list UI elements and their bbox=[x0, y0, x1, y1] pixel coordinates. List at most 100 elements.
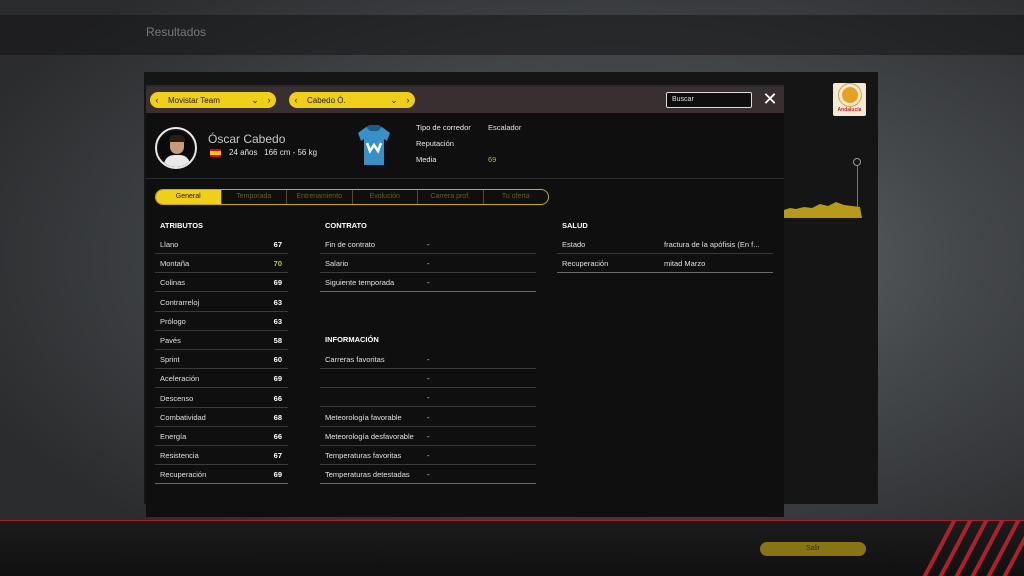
contract-row-value: - bbox=[427, 259, 430, 269]
team-selector[interactable]: ‹ Movistar Team ⌄ › bbox=[150, 92, 276, 108]
information-row-label: Meteorología desfavorable bbox=[325, 431, 414, 441]
attributes-row: Sprint 60 bbox=[155, 350, 288, 370]
attributes-row-label: Recuperación bbox=[160, 470, 207, 480]
attributes-row-value: 67 bbox=[273, 451, 282, 461]
tab-entrenamiento[interactable]: Entrenamiento bbox=[287, 190, 353, 204]
race-badge-label: Andalucía bbox=[837, 106, 862, 113]
contract-row: Fin de contrato - bbox=[320, 235, 536, 254]
information-row: Carreras favoritas - bbox=[320, 350, 536, 369]
bottom-bar bbox=[0, 520, 1024, 576]
tab-general[interactable]: General bbox=[156, 190, 222, 204]
attributes-title: ATRIBUTOS bbox=[160, 221, 204, 230]
rider-name: Óscar Cabedo bbox=[208, 132, 286, 146]
attributes-row: Prólogo 63 bbox=[155, 312, 288, 331]
information-row-value: - bbox=[427, 451, 430, 460]
contract-row-label: Fin de contrato bbox=[325, 240, 376, 249]
tab-tu-oferta[interactable]: Tu oferta bbox=[484, 190, 549, 204]
attributes-row-label: Prólogo bbox=[160, 316, 186, 326]
information-row-value: - bbox=[427, 412, 430, 422]
attributes-row: Recuperación 69 bbox=[155, 465, 288, 485]
attributes-row: Contrarreloj 63 bbox=[155, 293, 288, 312]
attributes-row: Combatividad 68 bbox=[155, 408, 288, 427]
information-row: Meteorología favorable - bbox=[320, 408, 536, 427]
divider bbox=[146, 178, 784, 179]
information-title: INFORMACIÓN bbox=[325, 335, 379, 344]
attributes-row-value: 69 bbox=[273, 278, 282, 288]
race-badge: Andalucía bbox=[833, 83, 866, 116]
information-row-label: Temperaturas favoritas bbox=[325, 451, 402, 460]
health-row-label: Recuperación bbox=[562, 259, 609, 269]
chevron-right-icon[interactable]: › bbox=[262, 95, 276, 105]
attributes-row-value: 70 bbox=[273, 259, 282, 269]
attributes-row: Energía 66 bbox=[155, 427, 288, 446]
health-row-value: fractura de la apófisis (En f... bbox=[664, 240, 760, 249]
tab-evolucion[interactable]: Evolución bbox=[353, 190, 418, 204]
contract-row: Salario - bbox=[320, 254, 536, 274]
information-row: Temperaturas detestadas - bbox=[320, 465, 536, 485]
attributes-row-label: Montaña bbox=[160, 259, 190, 269]
information-row-label: Temperaturas detestadas bbox=[325, 470, 410, 480]
avatar bbox=[155, 127, 197, 169]
information-row: Temperaturas favoritas - bbox=[320, 446, 536, 465]
attributes-row: Llano 67 bbox=[155, 235, 288, 254]
health-row: Estado fractura de la apófisis (En f... bbox=[557, 235, 773, 254]
information-row-value: - bbox=[427, 393, 430, 403]
attributes-row-value: 67 bbox=[273, 240, 282, 249]
tab-temporada[interactable]: Temporada bbox=[222, 190, 287, 204]
attributes-row-value: 69 bbox=[273, 374, 282, 384]
information-row: Meteorología desfavorable - bbox=[320, 427, 536, 446]
spain-flag-icon bbox=[210, 149, 221, 157]
attributes-row-value: 66 bbox=[273, 432, 282, 441]
contract-row-value: - bbox=[427, 278, 430, 288]
chevron-down-icon[interactable]: ⌄ bbox=[387, 95, 401, 106]
rider-selector-label: Cabedo Ó. bbox=[307, 95, 346, 105]
health-row-label: Estado bbox=[562, 240, 586, 249]
stage-profile-graph bbox=[784, 202, 862, 218]
reputation-label: Reputación bbox=[416, 139, 454, 148]
information-row-value: - bbox=[427, 470, 430, 480]
contract-title: CONTRATO bbox=[325, 221, 367, 230]
chevron-left-icon[interactable]: ‹ bbox=[289, 95, 303, 105]
exit-button[interactable]: Salir bbox=[760, 542, 866, 556]
background-title: Resultados bbox=[146, 25, 207, 39]
attributes-row: Montaña 70 bbox=[155, 254, 288, 274]
decorative-stripes bbox=[914, 520, 1024, 576]
sun-icon bbox=[841, 86, 858, 103]
rider-age: 24 años bbox=[229, 148, 258, 157]
attributes-row: Resistencia 67 bbox=[155, 446, 288, 466]
information-row-label: Meteorología favorable bbox=[325, 412, 402, 422]
attributes-row-value: 69 bbox=[273, 470, 282, 480]
average-label: Media bbox=[416, 155, 437, 164]
contract-row: Siguiente temporada - bbox=[320, 273, 536, 293]
close-icon[interactable]: ✕ bbox=[762, 90, 778, 109]
rider-type-label: Tipo de corredor bbox=[416, 123, 471, 132]
profile-marker-icon bbox=[853, 158, 861, 166]
health-title: SALUD bbox=[562, 221, 588, 230]
attributes-row-label: Energía bbox=[160, 432, 187, 441]
information-row-value: - bbox=[427, 431, 430, 441]
contract-row-label: Siguiente temporada bbox=[325, 278, 395, 288]
search-input[interactable]: Buscar bbox=[666, 92, 752, 108]
information-row: - bbox=[320, 369, 536, 389]
attributes-row-label: Llano bbox=[160, 240, 179, 249]
rider-height-weight: 166 cm - 56 kg bbox=[264, 148, 318, 157]
chevron-left-icon[interactable]: ‹ bbox=[150, 95, 164, 105]
tab-bar: General Temporada Entrenamiento Evolució… bbox=[155, 189, 549, 205]
attributes-row-label: Pavés bbox=[160, 336, 181, 345]
tab-carrera-prof[interactable]: Carrera prof. bbox=[418, 190, 484, 204]
rider-profile-modal: ‹ Movistar Team ⌄ › ‹ Cabedo Ó. ⌄ › Busc… bbox=[146, 85, 784, 517]
attributes-row-label: Resistencia bbox=[160, 451, 199, 461]
contract-row-label: Salario bbox=[325, 259, 349, 269]
chevron-right-icon[interactable]: › bbox=[401, 95, 415, 105]
team-jersey-icon bbox=[358, 125, 390, 165]
chevron-down-icon[interactable]: ⌄ bbox=[248, 95, 262, 106]
attributes-row-value: 63 bbox=[273, 316, 282, 326]
average-value: 69 bbox=[488, 155, 497, 164]
attributes-row-label: Descenso bbox=[160, 393, 194, 403]
attributes-row-label: Sprint bbox=[160, 355, 180, 365]
attributes-row-value: 68 bbox=[273, 412, 282, 422]
team-selector-label: Movistar Team bbox=[168, 95, 220, 105]
rider-selector[interactable]: ‹ Cabedo Ó. ⌄ › bbox=[289, 92, 415, 108]
attributes-row-label: Aceleración bbox=[160, 374, 200, 384]
attributes-row: Descenso 66 bbox=[155, 389, 288, 408]
